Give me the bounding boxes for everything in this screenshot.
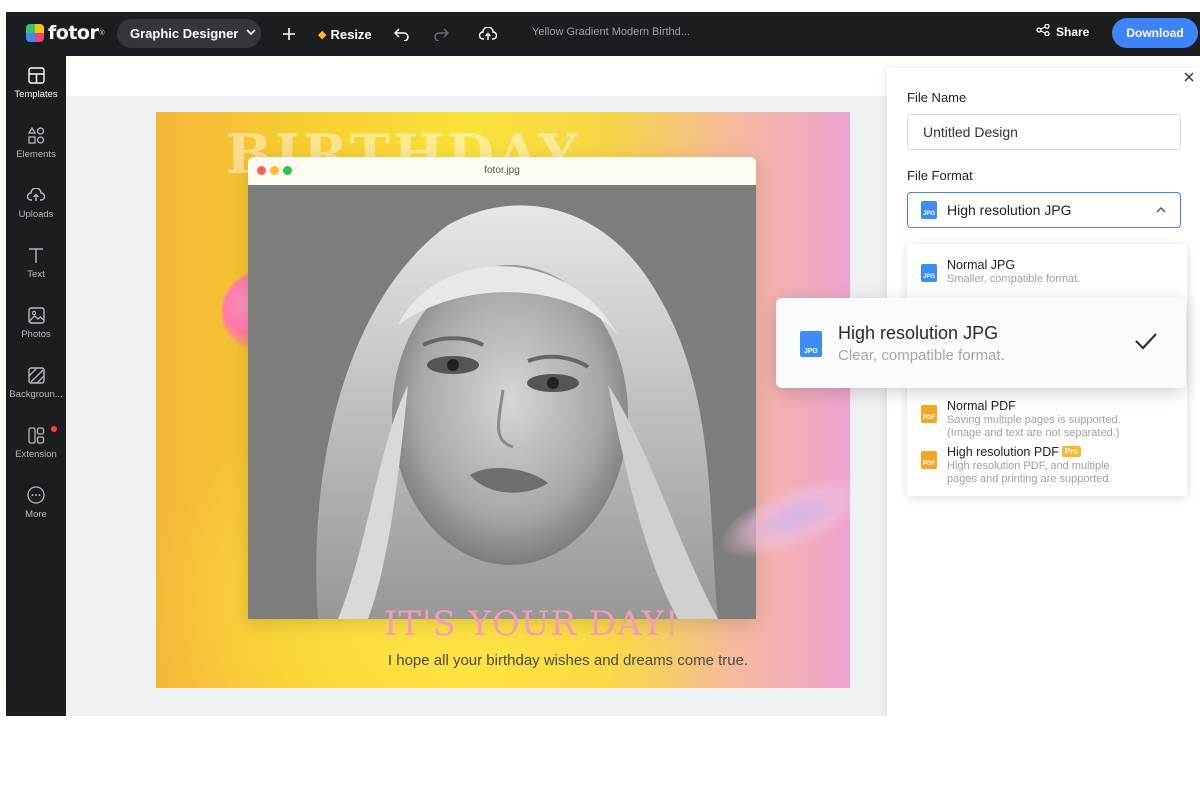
extension-icon [25,424,47,446]
selected-format-label: High resolution JPG [947,202,1072,218]
option-description: High resolution PDF, and multiple [947,460,1110,472]
portrait-illustration [248,185,756,619]
sidebar-item-more[interactable]: More [6,476,66,532]
resize-button[interactable]: ◆ Resize [318,23,372,45]
browser-title: fotor.jpg [484,165,520,176]
sidebar-item-extension[interactable]: Extension [6,416,66,472]
portrait-photo[interactable] [248,185,756,619]
sidebar-item-label: Photos [21,329,51,340]
file-format-select[interactable]: JPG High resolution JPG [907,192,1181,228]
option-description: Smaller, compatible format. [947,273,1081,285]
share-icon [1036,23,1050,39]
editor-window: fotor ® Graphic Designer ◆ Resize Yellow… [6,12,1200,716]
design-canvas[interactable]: BIRTHDAY fotor.jpg IT'S YOUR DAY! I hope… [156,112,850,688]
sidebar-item-label: Extension [15,449,57,460]
text-icon [25,244,47,266]
templates-icon [25,64,47,86]
add-icon[interactable] [282,22,296,46]
design-tagline[interactable]: IT'S YOUR DAY! [384,604,679,644]
file-name-label: File Name [907,90,967,105]
share-label: Share [1056,24,1090,39]
pro-badge: Pro [1061,446,1082,457]
option-title: Normal PDF [947,399,1016,413]
option-title: High resolution JPG [838,323,999,343]
fotor-logo[interactable]: fotor ® [26,21,105,45]
top-bar: fotor ® Graphic Designer ◆ Resize Yellow… [6,12,1200,56]
undo-icon[interactable] [394,22,410,46]
sidebar-item-label: Templates [14,89,58,100]
browser-frame[interactable]: fotor.jpg [248,157,756,619]
option-description-2: (Image and text are not separated.) [947,427,1120,439]
sidebar-item-label: Backgroun... [9,389,63,400]
jpg-file-icon: JPG [921,201,937,219]
more-icon [25,484,47,506]
logo-icon [26,24,44,42]
logo-registered-mark: ® [99,29,105,37]
option-description: Clear, compatible format. [838,347,1005,364]
jpg-file-icon: JPG [800,331,822,357]
redo-icon[interactable] [433,22,449,46]
chevron-down-icon [246,28,256,39]
share-button[interactable]: Share [1036,23,1090,39]
logo-text: fotor [48,22,99,44]
cloud-upload-icon[interactable] [479,22,497,46]
sidebar-item-photos[interactable]: Photos [6,296,66,352]
file-name-input[interactable] [907,114,1181,150]
sidebar-item-label: Uploads [18,209,54,220]
checkmark-icon [1134,330,1158,358]
sidebar-item-label: More [25,509,47,520]
sidebar-item-label: Elements [16,149,56,160]
pdf-file-icon: PDF [921,405,937,423]
sidebar-item-label: Text [27,269,45,280]
design-wish-text[interactable]: I hope all your birthday wishes and drea… [156,652,850,669]
photos-icon [25,304,47,326]
format-option-high-res-pdf[interactable]: PDF High resolution PDF Pro High resoluti… [921,445,1112,485]
elements-icon [25,124,47,146]
option-description: Saving multiple pages is supported. [947,414,1121,426]
browser-title-bar: fotor.jpg [248,157,756,185]
sidebar-item-text[interactable]: Text [6,236,66,292]
sidebar-item-uploads[interactable]: Uploads [6,176,66,232]
resize-label: Resize [330,26,372,42]
option-description-2: pages and printing are supported. [947,473,1112,485]
jpg-file-icon: JPG [921,264,937,282]
background-icon [25,364,47,386]
notification-dot [51,426,57,432]
option-title: High resolution PDF [947,445,1059,459]
role-selector[interactable]: Graphic Designer [117,19,261,48]
format-option-normal-pdf[interactable]: PDF Normal PDF Saving multiple pages is … [921,399,1121,439]
format-option-high-res-jpg[interactable]: JPG High resolution JPG Clear, compatibl… [776,298,1186,388]
close-icon[interactable] [1182,70,1196,84]
file-format-label: File Format [907,168,973,183]
left-sidebar: Templates Elements Uploads Text Photos B… [6,56,66,716]
download-button[interactable]: Download [1112,18,1198,48]
format-option-normal-jpg[interactable]: JPG Normal JPG Smaller, compatible forma… [921,258,1080,285]
option-title: Normal JPG [947,258,1016,272]
role-label: Graphic Designer [130,26,239,41]
sidebar-item-background[interactable]: Backgroun... [6,356,66,412]
sidebar-item-templates[interactable]: Templates [6,56,66,112]
chevron-up-icon [1156,204,1166,216]
pdf-file-icon: PDF [921,451,937,469]
diamond-icon: ◆ [318,28,327,41]
document-title[interactable]: Yellow Gradient Modern Birthd... [532,26,690,38]
sidebar-item-elements[interactable]: Elements [6,116,66,172]
uploads-icon [25,184,47,206]
